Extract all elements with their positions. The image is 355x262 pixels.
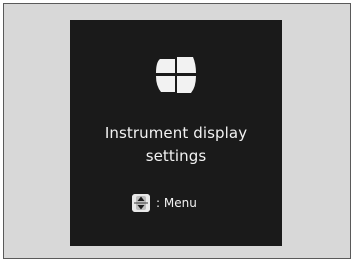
page-frame: Instrument display settings : Menu xyxy=(3,3,351,259)
screen-title-line2: settings xyxy=(145,147,207,165)
screen-title-line1: Instrument display xyxy=(104,124,248,142)
updown-selector-icon xyxy=(132,194,150,212)
menu-hint-label: : Menu xyxy=(156,196,197,210)
menu-hint: : Menu xyxy=(132,194,197,212)
instrument-display-screen: Instrument display settings : Menu xyxy=(70,20,282,246)
instrument-panel-icon xyxy=(156,57,196,93)
